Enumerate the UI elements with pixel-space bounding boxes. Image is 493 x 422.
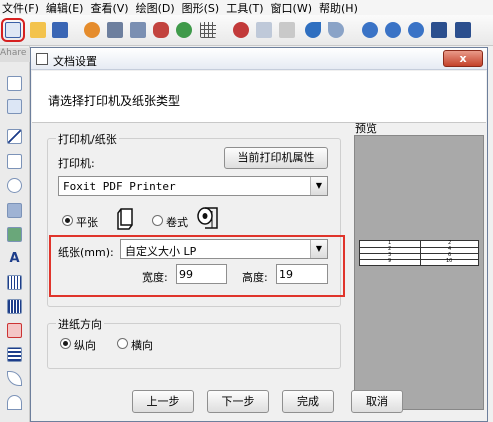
grid-icon[interactable] bbox=[200, 22, 216, 38]
previous-button[interactable]: 上一步 bbox=[132, 390, 194, 413]
preview-legend: 预览 bbox=[355, 122, 377, 135]
paper-size-value: 自定义大小 LP bbox=[125, 245, 197, 258]
print-icon[interactable] bbox=[107, 22, 123, 38]
menu-view[interactable]: 查看(V) bbox=[90, 0, 128, 16]
barcode-icon[interactable] bbox=[7, 275, 22, 290]
width-label: 宽度: bbox=[142, 271, 168, 284]
menu-edit[interactable]: 编辑(E) bbox=[46, 0, 84, 16]
printer-select[interactable]: Foxit PDF Printer ▼ bbox=[58, 176, 328, 196]
sheet-paper-icon bbox=[117, 208, 133, 230]
menu-file[interactable]: 文件(F) bbox=[2, 0, 39, 16]
roll-paper-label: 卷式 bbox=[166, 216, 188, 229]
dialog-titlebar[interactable]: 文档设置 x bbox=[31, 48, 487, 70]
cut-icon[interactable] bbox=[233, 22, 249, 38]
preview-panel: 1 2 3 9 2 4 6 10 bbox=[354, 135, 484, 410]
zoom-in-icon[interactable] bbox=[362, 22, 378, 38]
left-toolbox: A bbox=[0, 46, 30, 422]
finish-button[interactable]: 完成 bbox=[282, 390, 334, 413]
open-folder-icon[interactable] bbox=[30, 22, 46, 38]
qrcode-icon[interactable] bbox=[7, 347, 22, 362]
ellipse-icon[interactable] bbox=[7, 178, 22, 193]
shape-icon[interactable] bbox=[7, 323, 22, 338]
printer-select-value: Foxit PDF Printer bbox=[63, 180, 176, 193]
image-icon[interactable] bbox=[7, 203, 22, 218]
document-tab[interactable]: Ahare bbox=[0, 48, 30, 62]
chevron-down-icon[interactable]: ▼ bbox=[310, 240, 327, 258]
next-button[interactable]: 下一步 bbox=[207, 390, 269, 413]
height-input[interactable]: 19 bbox=[276, 264, 328, 284]
feed-direction-legend: 进纸方向 bbox=[56, 316, 104, 332]
dialog-title: 文档设置 bbox=[53, 55, 97, 68]
document-settings-dialog: 文档设置 x 请选择打印机及纸张类型 打印机/纸张 打印机: 当前打印机属性 F… bbox=[30, 47, 488, 422]
rotate-icon[interactable] bbox=[7, 99, 22, 114]
printer-paper-legend: 打印机/纸张 bbox=[56, 131, 119, 147]
dialog-header-panel: 请选择打印机及纸张类型 bbox=[32, 71, 486, 123]
save-icon[interactable] bbox=[52, 22, 68, 38]
landscape-radio[interactable] bbox=[117, 338, 128, 349]
undo-icon[interactable] bbox=[305, 22, 321, 38]
roll-paper-radio[interactable] bbox=[152, 215, 163, 226]
text-icon[interactable]: A bbox=[7, 251, 22, 266]
print-preview-icon[interactable] bbox=[130, 22, 146, 38]
instruction-text: 请选择打印机及纸张类型 bbox=[48, 94, 181, 108]
paper-size-select[interactable]: 自定义大小 LP ▼ bbox=[120, 239, 328, 259]
printer-label: 打印机: bbox=[58, 157, 95, 170]
portrait-label: 纵向 bbox=[74, 339, 96, 352]
portrait-radio[interactable] bbox=[60, 338, 71, 349]
sheet-paper-radio[interactable] bbox=[62, 215, 73, 226]
zoom-all-icon[interactable] bbox=[455, 22, 471, 38]
redo-icon[interactable] bbox=[328, 22, 344, 38]
paste-icon[interactable] bbox=[279, 22, 295, 38]
menu-window[interactable]: 窗口(W) bbox=[271, 0, 312, 16]
curve-icon[interactable] bbox=[7, 371, 22, 386]
menu-help[interactable]: 帮助(H) bbox=[319, 0, 358, 16]
height-label: 高度: bbox=[242, 271, 268, 284]
width-input[interactable]: 99 bbox=[176, 264, 227, 284]
dialog-app-icon bbox=[36, 53, 48, 65]
cancel-button[interactable]: 取消 bbox=[351, 390, 403, 413]
fit-page-icon[interactable] bbox=[431, 22, 447, 38]
menu-tools[interactable]: 工具(T) bbox=[226, 0, 263, 16]
zoom-out-icon[interactable] bbox=[385, 22, 401, 38]
zoom-fit-icon[interactable] bbox=[408, 22, 424, 38]
connect-icon[interactable] bbox=[176, 22, 192, 38]
preview-cell: 10 bbox=[446, 258, 453, 264]
dialog-close-button[interactable]: x bbox=[443, 50, 483, 67]
paper-size-label: 纸张(mm): bbox=[58, 246, 114, 259]
menu-draw[interactable]: 绘图(D) bbox=[136, 0, 175, 16]
barcode-2-icon[interactable] bbox=[7, 299, 22, 314]
preview-label-sheet: 1 2 3 9 2 4 6 10 bbox=[359, 240, 479, 266]
document-setup-icon[interactable] bbox=[1, 18, 25, 42]
pointer-icon[interactable] bbox=[7, 76, 22, 91]
sheet-paper-label: 平张 bbox=[76, 216, 98, 229]
line-icon[interactable] bbox=[7, 129, 22, 144]
main-toolbar bbox=[0, 15, 493, 46]
roll-paper-icon bbox=[197, 207, 218, 229]
preview-cell: 9 bbox=[388, 258, 392, 264]
settings-icon[interactable] bbox=[84, 22, 100, 38]
rectangle-icon[interactable] bbox=[7, 154, 22, 169]
menu-bar: 文件(F) 编辑(E) 查看(V) 绘图(D) 图形(S) 工具(T) 窗口(W… bbox=[0, 0, 493, 15]
picture-icon[interactable] bbox=[7, 227, 22, 242]
landscape-label: 横向 bbox=[131, 339, 153, 352]
arc-icon[interactable] bbox=[7, 395, 22, 410]
chevron-down-icon[interactable]: ▼ bbox=[310, 177, 327, 195]
copy-icon[interactable] bbox=[256, 22, 272, 38]
current-printer-properties-button[interactable]: 当前打印机属性 bbox=[224, 147, 328, 169]
database-icon[interactable] bbox=[153, 22, 169, 38]
menu-shape[interactable]: 图形(S) bbox=[182, 0, 220, 16]
